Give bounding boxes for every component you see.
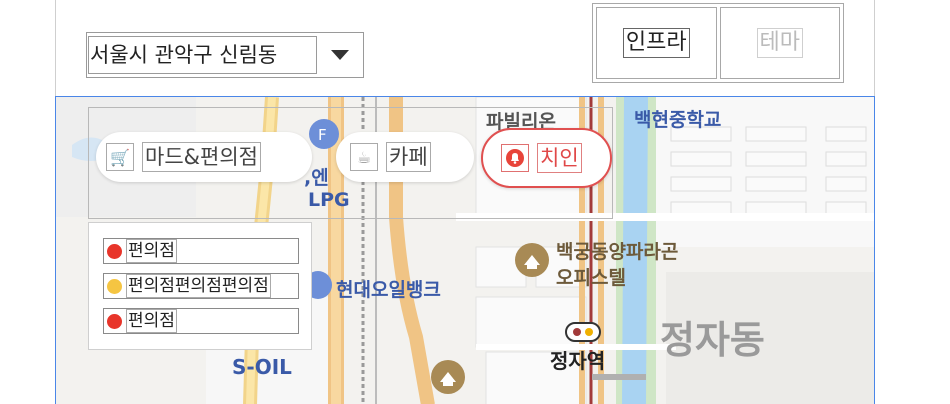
- map-label: 백궁동양파라곤: [556, 241, 679, 263]
- panel-border: [55, 0, 56, 96]
- category-chip-label: 마드&편의점: [142, 142, 261, 172]
- legend-item: 편의점: [103, 308, 299, 334]
- map-legend: 편의점 편의점편의점편의점 편의점: [88, 222, 312, 350]
- tab-theme[interactable]: 테마: [719, 7, 840, 79]
- panel-border: [874, 0, 875, 96]
- chevron-down-icon[interactable]: [317, 50, 363, 60]
- coffee-icon: ☕: [350, 143, 378, 171]
- tab-infra[interactable]: 인프라: [596, 7, 717, 79]
- tab-group: 인프라 테마: [592, 3, 844, 83]
- legend-dot: [107, 243, 122, 259]
- category-chip-label: 카페: [386, 142, 431, 172]
- map-label: 백현중학교: [634, 109, 722, 131]
- category-chip-mart[interactable]: 🛒 마드&편의점: [96, 132, 312, 182]
- legend-item: 편의점: [103, 238, 299, 264]
- category-chip-label: 치인: [537, 143, 582, 173]
- legend-item-label: 편의점: [126, 309, 177, 333]
- bell-icon: [501, 144, 529, 172]
- legend-dot: [107, 278, 122, 294]
- legend-item: 편의점편의점편의점: [103, 273, 299, 299]
- legend-item-label: 편의점편의점편의점: [126, 274, 271, 298]
- category-chip-dental[interactable]: 치인: [481, 128, 612, 188]
- category-chip-cafe[interactable]: ☕ 카페: [336, 132, 474, 182]
- region-select[interactable]: 서울시 관악구 신림동: [86, 32, 364, 78]
- tab-theme-label: 테마: [756, 28, 803, 58]
- region-select-label: 서울시 관악구 신림동: [88, 36, 317, 74]
- legend-dot: [107, 313, 122, 329]
- tab-infra-label: 인프라: [622, 28, 690, 58]
- map-label: 현대오일뱅크: [336, 279, 441, 301]
- legend-item-label: 편의점: [126, 239, 177, 263]
- map-label: 정자동: [660, 318, 765, 362]
- map-label: S-OIL: [232, 355, 292, 379]
- map-label: 정자역: [550, 349, 606, 373]
- map-label: 오피스텔: [556, 267, 626, 289]
- cart-icon: 🛒: [106, 143, 134, 171]
